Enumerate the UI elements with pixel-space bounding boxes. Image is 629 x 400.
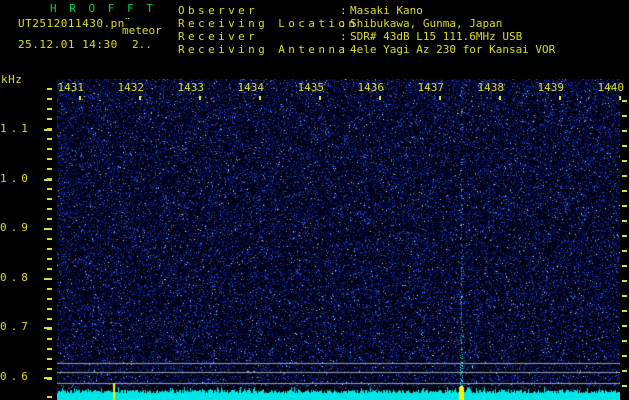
freq-minor-tick bbox=[47, 298, 52, 300]
freq-minor-tick bbox=[47, 118, 52, 120]
freq-minor-tick bbox=[47, 108, 52, 110]
right-freq-tick bbox=[622, 130, 627, 132]
freq-minor-tick bbox=[47, 128, 52, 130]
right-freq-tick bbox=[622, 115, 627, 117]
time-tick bbox=[499, 96, 501, 100]
freq-minor-tick bbox=[47, 138, 52, 140]
freq-minor-tick bbox=[47, 268, 52, 270]
freq-minor-tick bbox=[47, 148, 52, 150]
time-tick bbox=[559, 96, 561, 100]
time-tick bbox=[139, 96, 141, 100]
time-tick bbox=[199, 96, 201, 100]
time-tick bbox=[319, 96, 321, 100]
time-tick bbox=[259, 96, 261, 100]
freq-minor-tick bbox=[47, 228, 52, 230]
freq-minor-tick bbox=[47, 288, 52, 290]
freq-minor-tick bbox=[47, 338, 52, 340]
time-tick bbox=[379, 96, 381, 100]
freq-minor-tick bbox=[47, 218, 52, 220]
right-freq-tick bbox=[622, 385, 627, 387]
right-freq-tick bbox=[622, 370, 627, 372]
right-freq-tick bbox=[622, 280, 627, 282]
freq-axis-label: 1.1 bbox=[0, 122, 32, 135]
time-axis-label: 1439 bbox=[537, 81, 565, 94]
freq-minor-tick bbox=[47, 208, 52, 210]
freq-minor-tick bbox=[47, 328, 52, 330]
right-freq-tick bbox=[622, 310, 627, 312]
freq-minor-tick bbox=[47, 308, 52, 310]
right-freq-tick bbox=[622, 250, 627, 252]
time-axis-label: 1440 bbox=[597, 81, 625, 94]
time-axis-label: 1432 bbox=[117, 81, 145, 94]
right-freq-tick bbox=[622, 100, 627, 102]
right-freq-tick bbox=[622, 295, 627, 297]
time-axis-label: 1435 bbox=[297, 81, 325, 94]
right-freq-tick bbox=[622, 190, 627, 192]
freq-minor-tick bbox=[47, 98, 52, 100]
strip-left-tick bbox=[47, 396, 52, 398]
freq-minor-tick bbox=[47, 238, 52, 240]
freq-minor-tick bbox=[47, 378, 52, 380]
freq-minor-tick bbox=[47, 348, 52, 350]
freq-minor-tick bbox=[47, 88, 52, 90]
time-axis-label: 1434 bbox=[237, 81, 265, 94]
hrofft-screen: H R O F F T UT2512011430.pn ¨ meteor 25.… bbox=[0, 0, 629, 400]
freq-minor-tick bbox=[47, 278, 52, 280]
freq-axis-label: 0.8 bbox=[0, 270, 32, 284]
time-axis-label: 1436 bbox=[357, 81, 385, 94]
time-axis-label: 1437 bbox=[417, 81, 445, 94]
freq-minor-tick bbox=[47, 358, 52, 360]
freq-minor-tick bbox=[47, 158, 52, 160]
right-freq-tick bbox=[622, 160, 627, 162]
right-freq-tick bbox=[622, 220, 627, 222]
freq-minor-tick bbox=[47, 198, 52, 200]
freq-minor-tick bbox=[47, 368, 52, 370]
freq-axis-label: 0.7 bbox=[0, 320, 32, 334]
freq-minor-tick bbox=[47, 248, 52, 250]
right-freq-tick bbox=[622, 235, 627, 237]
freq-minor-tick bbox=[47, 258, 52, 260]
right-freq-tick bbox=[622, 205, 627, 207]
time-tick bbox=[79, 96, 81, 100]
axes-layer: kHz 1.1 1.0 0.9 0.8 0.7 0.6 1431 1432 1433 1434 14… bbox=[0, 0, 629, 400]
time-axis-label: 1438 bbox=[477, 81, 505, 94]
freq-unit-label: kHz bbox=[1, 73, 23, 86]
freq-minor-tick bbox=[47, 168, 52, 170]
right-freq-tick bbox=[622, 145, 627, 147]
freq-minor-tick bbox=[47, 188, 52, 190]
freq-axis-label: 1.0 bbox=[0, 171, 32, 185]
freq-axis-label: 0.9 bbox=[0, 221, 32, 235]
right-freq-tick bbox=[622, 265, 627, 267]
freq-axis-label: 0.6 bbox=[0, 370, 32, 383]
right-freq-tick bbox=[622, 175, 627, 177]
time-tick bbox=[619, 96, 621, 100]
right-freq-tick bbox=[622, 340, 627, 342]
right-freq-tick bbox=[622, 355, 627, 357]
time-axis-label: 1431 bbox=[57, 81, 85, 94]
freq-minor-tick bbox=[47, 318, 52, 320]
right-freq-tick bbox=[622, 325, 627, 327]
time-axis-label: 1433 bbox=[177, 81, 205, 94]
time-tick bbox=[439, 96, 441, 100]
freq-minor-tick bbox=[47, 178, 52, 180]
